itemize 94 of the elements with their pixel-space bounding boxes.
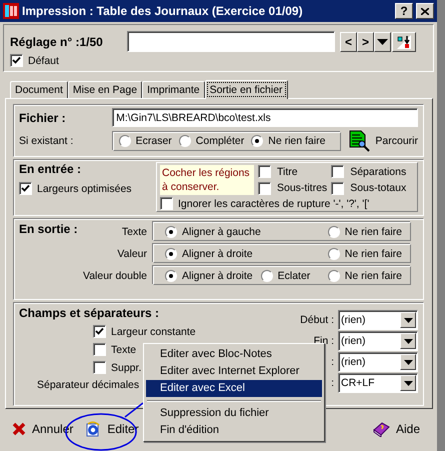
radio-label: Ne rien faire (344, 270, 402, 282)
checkbox[interactable] (258, 182, 271, 195)
dropdown-button[interactable] (400, 375, 416, 391)
radio-button[interactable] (251, 135, 264, 147)
checkbox-label: Défaut (28, 54, 59, 66)
dropdown-field[interactable]: CR+LF (338, 373, 418, 393)
radio-button[interactable] (165, 270, 177, 282)
menu-item[interactable]: Editer avec Internet Explorer (146, 363, 322, 380)
hint-text: Cocher les régions à conserver. (160, 165, 254, 195)
checkbox[interactable] (93, 325, 106, 338)
checkbox[interactable] (93, 361, 106, 374)
radio-button[interactable] (165, 248, 177, 260)
dropdown-field[interactable]: (rien) (338, 310, 418, 330)
close-button[interactable] (416, 3, 434, 19)
radio-label: Ne rien faire (344, 226, 402, 238)
caret-icon (377, 38, 388, 44)
section-title: En entrée : (19, 162, 82, 176)
caret-icon (404, 338, 412, 344)
radio-button[interactable] (165, 226, 177, 238)
if-exists-label: Si existant : (19, 135, 74, 147)
cross-icon (12, 422, 26, 436)
dropdown-field[interactable]: (rien) (338, 352, 418, 372)
previous-button[interactable]: < (340, 32, 357, 52)
dropdown-button[interactable] (400, 312, 416, 328)
checkbox-label: Largeur constante (111, 326, 196, 338)
radio-label: Aligner à droite (182, 270, 253, 282)
tab[interactable]: Imprimante (142, 81, 205, 98)
checkbox[interactable] (19, 182, 32, 195)
radio-label: Aligner à gauche (182, 226, 261, 238)
radio-label: Ecraser (136, 135, 172, 147)
checkbox-label: Ignorer les caractères de rupture '-', '?', '[' (178, 198, 370, 210)
help-button[interactable]: ? (395, 3, 413, 19)
dropdown-button[interactable] (400, 354, 416, 370)
checkbox[interactable] (10, 54, 23, 67)
checkbox-label: Séparations (350, 166, 406, 178)
next-button[interactable]: > (357, 32, 374, 52)
caret-icon (404, 380, 412, 386)
checkbox-label: Texte (111, 344, 136, 356)
row-label: Texte (120, 226, 147, 238)
select-label: Début : (300, 314, 334, 326)
checkbox[interactable] (258, 165, 271, 178)
help-book-icon (372, 421, 390, 437)
radio-button[interactable] (328, 270, 340, 282)
setting-field[interactable] (127, 31, 335, 52)
decimal-separator-label: Séparateur décimales (37, 379, 140, 391)
dropdown-button[interactable] (374, 32, 391, 52)
tab[interactable]: Document (10, 81, 68, 98)
save-setting-button[interactable] (392, 32, 416, 52)
checkbox-label: Suppr. (111, 362, 142, 374)
browser-icon (85, 421, 102, 437)
caret-icon (404, 318, 412, 322)
dropdown-button[interactable] (400, 333, 416, 349)
tab[interactable]: Mise en Page (68, 81, 142, 98)
row-label: Valeur (116, 248, 147, 260)
radio-label: Eclater (278, 270, 310, 282)
app-logo-icon (3, 3, 19, 19)
menu-item[interactable]: Editer avec Bloc-Notes (146, 346, 322, 363)
section-title: Champs et séparateurs : (19, 306, 160, 320)
document-search-icon (349, 130, 372, 152)
checkbox[interactable] (93, 343, 106, 356)
select-label: : (331, 377, 334, 389)
checkbox[interactable] (331, 165, 344, 178)
menu-item[interactable]: Suppression du fichier (146, 405, 322, 422)
help-button[interactable]: Aide (372, 419, 420, 439)
row-label: Valeur double (82, 270, 147, 282)
menu-item[interactable]: Fin d'édition (146, 422, 322, 439)
window-title: Impression : Table des Journaux (Exercice 01/09) (22, 4, 304, 18)
file-label: Fichier : (19, 110, 67, 124)
checkbox[interactable] (160, 197, 173, 210)
radio-button[interactable] (328, 226, 340, 238)
radio-button[interactable] (328, 248, 340, 260)
checkbox[interactable] (331, 182, 344, 195)
browse-button[interactable]: Parcourir (349, 130, 418, 152)
checkbox-label: Sous-titres (277, 182, 328, 194)
select-label: : (331, 356, 334, 368)
save-setting-icon (397, 34, 411, 48)
radio-label: Compléter (196, 135, 244, 147)
checkbox-label: Sous-totaux (350, 182, 406, 194)
close-icon (421, 8, 429, 14)
checkbox-label: Titre (277, 166, 298, 178)
radio-button[interactable] (118, 135, 131, 147)
caret-icon (404, 360, 412, 364)
dropdown-field[interactable]: (rien) (338, 331, 418, 351)
section-title: En sortie : (19, 222, 79, 238)
checkbox-label: Largeurs optimisées (37, 182, 132, 194)
radio-button[interactable] (260, 270, 273, 282)
radio-label: Ne rien faire (344, 248, 402, 260)
menu-item[interactable]: Editer avec Excel (146, 380, 322, 397)
tab[interactable]: Sortie en fichier (204, 80, 288, 99)
radio-label: Aligner à droite (182, 248, 253, 260)
radio-button[interactable] (178, 135, 191, 147)
file-path-field[interactable]: M:\Gin7\LS\BREARD\bco\test.xls (112, 108, 418, 127)
setting-label: Réglage n° :1/50 (10, 34, 104, 48)
radio-label: Ne rien faire (268, 135, 326, 147)
